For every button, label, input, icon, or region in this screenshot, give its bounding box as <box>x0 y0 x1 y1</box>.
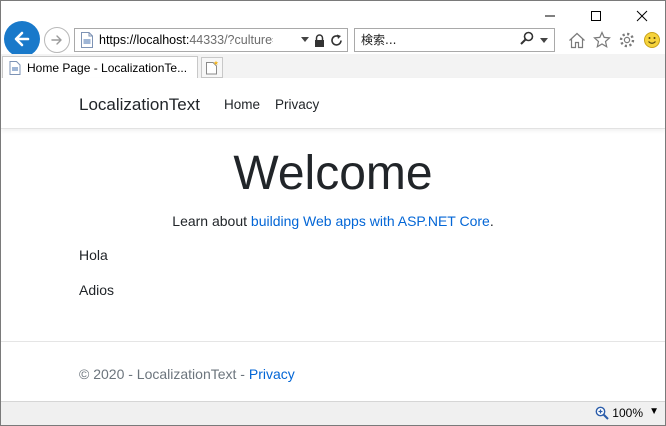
learn-prefix: Learn about <box>172 213 251 229</box>
tab-strip: Home Page - LocalizationTe... <box>1 54 665 78</box>
zoom-dropdown-icon[interactable]: ▼ <box>649 406 659 417</box>
search-input[interactable] <box>361 33 511 47</box>
toolbar-icons <box>566 28 663 52</box>
search-box[interactable] <box>354 28 555 52</box>
favorites-star-icon[interactable] <box>591 28 613 52</box>
url-path: 44333/?culture=es <box>189 33 273 47</box>
footer-privacy-link[interactable]: Privacy <box>249 366 295 382</box>
back-button[interactable] <box>4 21 40 57</box>
aspnet-core-link[interactable]: building Web apps with ASP.NET Core <box>251 213 490 229</box>
lock-icon[interactable] <box>314 33 325 47</box>
search-icon[interactable] <box>520 31 534 50</box>
gear-icon[interactable] <box>616 28 638 52</box>
zoom-control[interactable]: 100% <box>595 406 643 420</box>
arrow-left-icon <box>14 31 30 47</box>
nav-link-privacy[interactable]: Privacy <box>275 97 319 112</box>
site-footer: © 2020 - LocalizationText - Privacy <box>1 341 665 401</box>
new-tab-button[interactable] <box>201 57 223 78</box>
footer-text: © 2020 - LocalizationText - Privacy <box>79 366 295 382</box>
maximize-button[interactable] <box>573 1 619 31</box>
nav-link-home[interactable]: Home <box>224 97 260 112</box>
browser-window: https://localhost: 44333/?culture=es <box>0 0 666 426</box>
window-caption-buttons <box>527 1 665 31</box>
farewell-text: Adios <box>79 282 115 298</box>
web-page: LocalizationText Home Privacy Welcome Le… <box>1 78 665 401</box>
smiley-feedback-icon[interactable] <box>641 28 663 52</box>
zoom-level: 100% <box>612 406 643 420</box>
status-bar: 100% ▼ <box>1 401 665 425</box>
home-icon[interactable] <box>566 28 588 52</box>
refresh-icon[interactable] <box>330 34 343 47</box>
page-icon <box>9 60 21 75</box>
new-tab-icon <box>206 60 219 75</box>
learn-about-text: Learn about building Web apps with ASP.N… <box>1 213 665 229</box>
url-host: https://localhost: <box>99 33 190 47</box>
zoom-icon <box>595 406 610 420</box>
forward-button[interactable] <box>44 27 70 53</box>
tab-title: Home Page - LocalizationTe... <box>27 60 188 75</box>
site-brand[interactable]: LocalizationText <box>79 95 200 115</box>
search-dropdown-icon[interactable] <box>540 31 548 49</box>
greeting-text: Hola <box>79 247 108 263</box>
arrow-right-icon <box>51 35 62 45</box>
minimize-button[interactable] <box>527 1 573 31</box>
site-navbar: LocalizationText Home Privacy <box>1 78 665 129</box>
footer-copyright: © 2020 - LocalizationText - <box>79 366 249 382</box>
page-title: Welcome <box>233 147 433 200</box>
close-window-button[interactable] <box>619 1 665 31</box>
tab-home-page[interactable]: Home Page - LocalizationTe... <box>2 56 198 78</box>
page-icon <box>81 32 93 48</box>
learn-suffix: . <box>489 213 494 229</box>
dropdown-icon[interactable] <box>301 37 309 43</box>
address-bar[interactable]: https://localhost: 44333/?culture=es <box>74 28 348 52</box>
